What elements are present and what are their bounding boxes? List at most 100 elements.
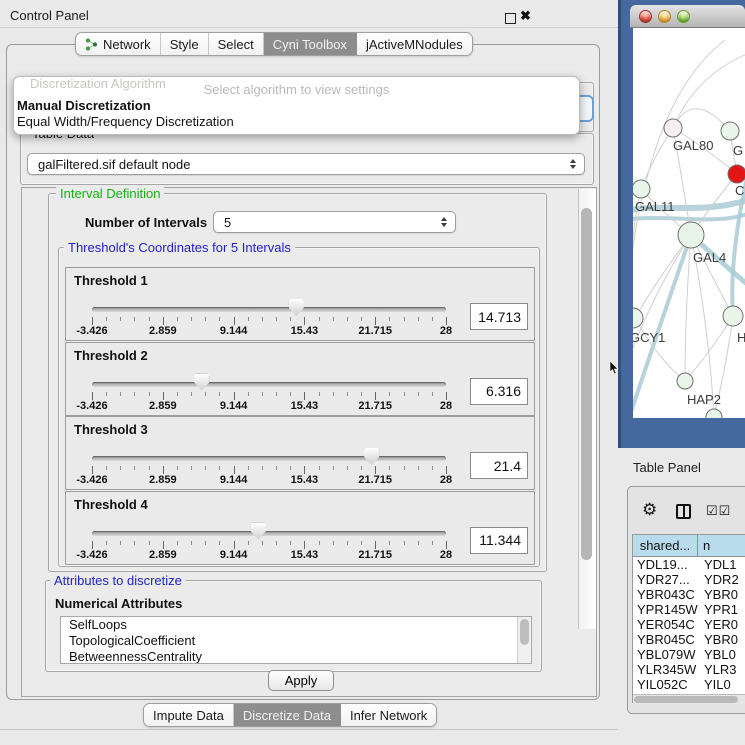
network-edge-thick[interactable]	[633, 214, 745, 219]
network-node-gal80[interactable]	[664, 119, 682, 137]
column-header-name[interactable]: n	[698, 535, 745, 556]
threshold-value-field[interactable]: 21.4	[470, 452, 528, 479]
network-edge-thick[interactable]	[732, 178, 745, 316]
numerical-attributes-list[interactable]: SelfLoopsTopologicalCoefficientBetweenne…	[60, 616, 532, 664]
table-row[interactable]: YBR043CYBR0	[633, 587, 745, 602]
list-item[interactable]: SelfLoops	[61, 617, 531, 633]
network-node-c[interactable]	[728, 165, 745, 183]
node-label: GAL4	[693, 250, 726, 265]
network-node-hap2[interactable]	[677, 373, 693, 389]
gear-icon[interactable]: ⚙	[642, 501, 657, 518]
tab-select[interactable]: Select	[209, 33, 264, 55]
threshold-slider-track[interactable]	[92, 456, 446, 461]
menu-item-manual-discretization[interactable]: Manual Discretization	[17, 98, 151, 113]
close-icon[interactable]: ✖	[520, 8, 531, 24]
table-row[interactable]: YDR27...YDR2	[633, 572, 745, 587]
tick-label: 21.715	[358, 549, 392, 561]
network-node-gcy1[interactable]	[633, 308, 643, 328]
network-edge[interactable]	[685, 235, 691, 381]
threshold-slider-thumb[interactable]	[194, 374, 209, 391]
tick-label: -3.426	[76, 474, 107, 486]
menu-item-equal-width-frequency-discretization[interactable]: Equal Width/Frequency Discretization	[17, 114, 234, 129]
table-data-combobox[interactable]: galFiltered.sif default node	[27, 153, 585, 175]
tab-discretize-data[interactable]: Discretize Data	[234, 704, 341, 726]
attributes-scrollbar-thumb[interactable]	[520, 619, 529, 645]
list-item[interactable]: BetweennessCentrality	[61, 649, 531, 664]
threshold-row-2: Threshold 2-3.4262.8599.14415.4321.71528…	[65, 342, 535, 416]
tick-label: 28	[440, 474, 452, 486]
tab-label: jActiveMNodules	[366, 37, 463, 52]
tick-label: 15.43	[291, 474, 319, 486]
table-horizontal-scrollbar[interactable]	[633, 694, 745, 704]
checkboxes-icon[interactable]: ☑☑	[706, 503, 731, 519]
network-edge[interactable]	[641, 128, 673, 189]
threshold-slider-track[interactable]	[92, 307, 446, 312]
network-edge[interactable]	[673, 54, 745, 128]
table-row[interactable]: YLR345WYLR3	[633, 662, 745, 677]
tick-label: 28	[440, 549, 452, 561]
threshold-row-3: Threshold 3-3.4262.8599.14415.4321.71528…	[65, 416, 535, 490]
threshold-value-field[interactable]: 14.713	[470, 303, 528, 330]
attributes-group-title: Attributes to discretize	[50, 573, 186, 588]
tab-jactivemnodules[interactable]: jActiveMNodules	[357, 33, 472, 55]
float-window-icon[interactable]	[505, 13, 516, 24]
number-of-intervals-combobox[interactable]: 5	[213, 211, 456, 233]
titlebar-divider	[0, 27, 618, 28]
cell-name: YPR1	[698, 602, 745, 617]
attributes-scrollbar[interactable]	[517, 617, 531, 663]
threshold-row-1: Threshold 1-3.4262.8599.14415.4321.71528…	[65, 267, 535, 341]
table-row[interactable]: YIL052CYIL0	[633, 677, 745, 692]
split-columns-icon[interactable]	[676, 504, 691, 519]
threshold-slider-thumb[interactable]	[289, 299, 304, 316]
table-horizontal-scrollbar-thumb[interactable]	[634, 696, 738, 703]
network-view-canvas[interactable]: GAL80GCGAL11GAL4GCY1HHAP2	[633, 28, 745, 418]
network-node-g[interactable]	[721, 122, 739, 140]
table-row[interactable]: YPR145WYPR1	[633, 602, 745, 617]
settings-scrollbar-thumb[interactable]	[581, 208, 592, 560]
network-node-gal4[interactable]	[678, 222, 704, 248]
tab-style[interactable]: Style	[161, 33, 209, 55]
list-item[interactable]: TopologicalCoefficient	[61, 633, 531, 649]
cell-name: YBR0	[698, 632, 745, 647]
cell-name: YLR3	[698, 662, 745, 677]
threshold-slider-track[interactable]	[92, 382, 446, 387]
tick-label: 15.43	[291, 325, 319, 337]
tab-impute-data[interactable]: Impute Data	[144, 704, 234, 726]
tick-label: 2.859	[149, 474, 177, 486]
tab-cyni-toolbox[interactable]: Cyni Toolbox	[264, 33, 357, 55]
numerical-attributes-label: Numerical Attributes	[55, 596, 182, 611]
zoom-traffic-light-icon[interactable]	[677, 10, 690, 23]
network-node-h[interactable]	[723, 306, 743, 326]
network-node[interactable]	[706, 409, 722, 418]
threshold-slider-thumb[interactable]	[364, 448, 379, 465]
threshold-value-field[interactable]: 11.344	[470, 527, 528, 554]
close-traffic-light-icon[interactable]	[639, 10, 652, 23]
slider-ticks	[92, 466, 448, 475]
network-node-gal11[interactable]	[633, 180, 650, 198]
number-of-intervals-label: Number of Intervals	[85, 215, 207, 230]
column-header-shared-name[interactable]: shared...	[633, 535, 698, 556]
table-row[interactable]: YER054CYER0	[633, 617, 745, 632]
node-table: shared... n YDL19...YDL1YDR27...YDR2YBR0…	[632, 534, 745, 703]
cell-shared-name: YBL079W	[633, 647, 698, 662]
node-label: GAL80	[673, 138, 713, 153]
apply-button[interactable]: Apply	[268, 670, 334, 691]
network-window-titlebar[interactable]	[630, 5, 745, 28]
tab-infer-network[interactable]: Infer Network	[341, 704, 436, 726]
minimize-traffic-light-icon[interactable]	[658, 10, 671, 23]
network-edge[interactable]	[685, 316, 733, 381]
table-row[interactable]: YBL079WYBL0	[633, 647, 745, 662]
threshold-row-4: Threshold 4-3.4262.8599.14415.4321.71528…	[65, 491, 535, 565]
tick-label: 21.715	[358, 325, 392, 337]
tab-label: Infer Network	[350, 708, 427, 723]
tab-network[interactable]: Network	[76, 33, 161, 55]
slider-ticks	[92, 541, 448, 550]
threshold-slider-track[interactable]	[92, 531, 446, 536]
table-row[interactable]: YDL19...YDL1	[633, 557, 745, 572]
thresholds-group-title: Threshold's Coordinates for 5 Intervals	[64, 240, 295, 255]
network-edge[interactable]	[691, 235, 733, 316]
table-row[interactable]: YBR045CYBR0	[633, 632, 745, 647]
threshold-slider-thumb[interactable]	[251, 523, 266, 540]
threshold-value-field[interactable]: 6.316	[470, 378, 528, 405]
slider-ticks	[92, 392, 448, 401]
